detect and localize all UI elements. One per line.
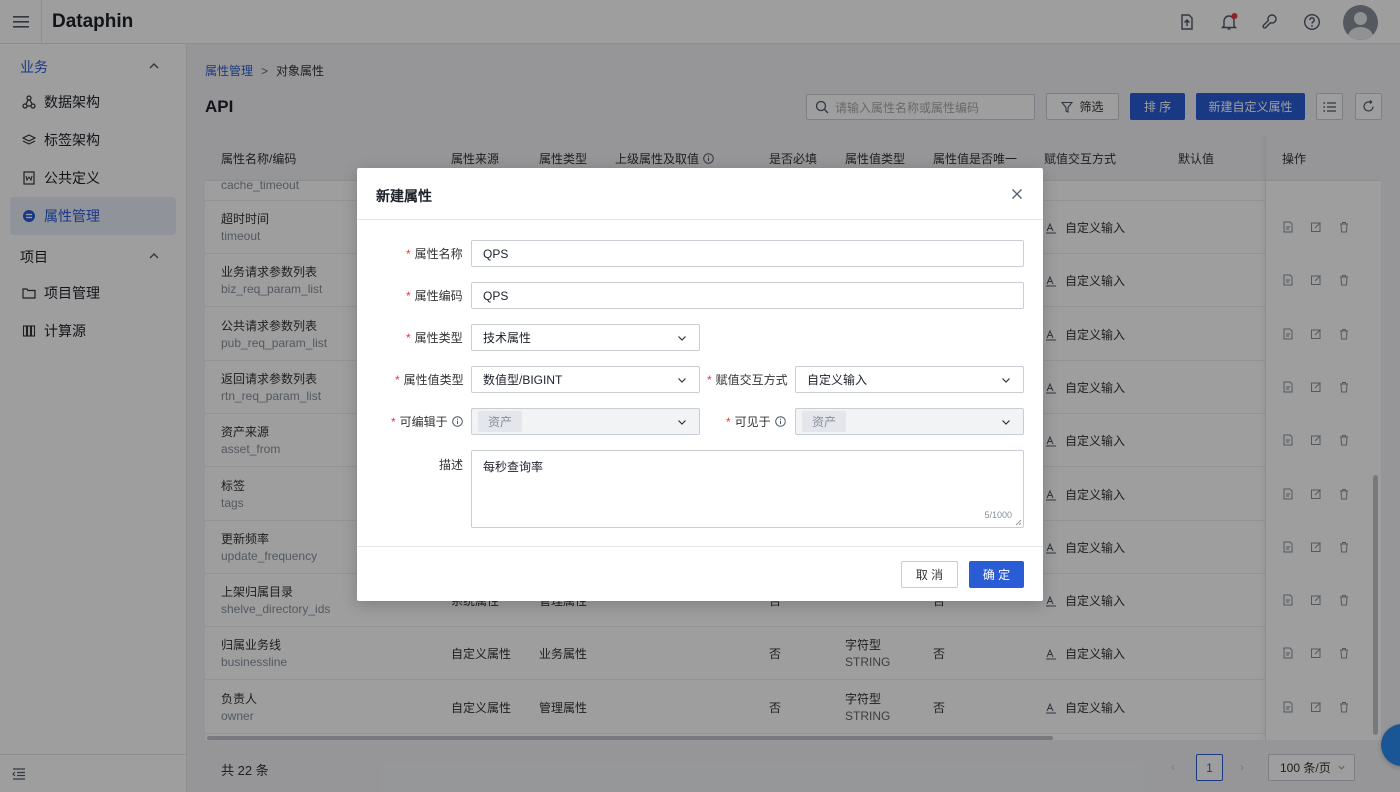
editable-tag: 资产 [478,411,523,432]
type-label: * 属性类型 [406,330,463,346]
interaction-select-value: 自定义输入 [807,373,868,387]
interaction-label-text: 赋值交互方式 [715,373,788,387]
name-label-text: 属性名称 [414,247,463,261]
value-type-select[interactable]: 数值型/BIGINT [471,366,700,393]
interaction-select[interactable]: 自定义输入 [795,366,1024,393]
confirm-button[interactable]: 确 定 [969,561,1024,588]
type-select[interactable]: 技术属性 [471,324,700,351]
description-textarea[interactable]: 每秒查询率 5/1000 [471,450,1024,528]
visible-label-text: 可见于 [734,415,771,429]
chevron-down-icon [1002,420,1010,425]
editable-select[interactable]: 资产 [471,408,700,435]
resize-handle-icon[interactable] [1015,519,1022,526]
name-label: * 属性名称 [406,246,463,262]
description-value: 每秒查询率 [483,460,544,474]
chevron-down-icon [678,378,686,383]
code-input[interactable]: QPS [471,282,1024,309]
editable-label: * 可编辑于 [391,413,463,430]
value-type-label: * 属性值类型 [395,372,464,388]
name-input[interactable]: QPS [471,240,1024,267]
info-icon[interactable] [774,416,786,427]
visible-tag: 资产 [802,411,847,432]
visible-select[interactable]: 资产 [795,408,1024,435]
type-select-value: 技术属性 [483,331,532,345]
chevron-down-icon [678,420,686,425]
cancel-button[interactable]: 取 消 [901,561,958,588]
visible-label: * 可见于 [726,413,786,430]
editable-label-text: 可编辑于 [399,415,448,429]
code-label-text: 属性编码 [414,289,463,303]
info-icon[interactable] [451,416,463,427]
close-icon[interactable] [1010,187,1024,201]
dialog-header: 新建属性 [357,168,1043,220]
description-char-count: 5/1000 [984,510,1012,520]
dialog-title: 新建属性 [376,188,432,204]
description-label: 描述 [439,458,464,472]
code-label: * 属性编码 [406,288,463,304]
chevron-down-icon [1002,378,1010,383]
interaction-label: * 赋值交互方式 [707,372,788,388]
dialog-footer-divider [357,546,1043,547]
type-label-text: 属性类型 [414,331,463,345]
value-type-label-text: 属性值类型 [403,373,464,387]
value-type-select-value: 数值型/BIGINT [483,373,563,387]
chevron-down-icon [678,336,686,341]
